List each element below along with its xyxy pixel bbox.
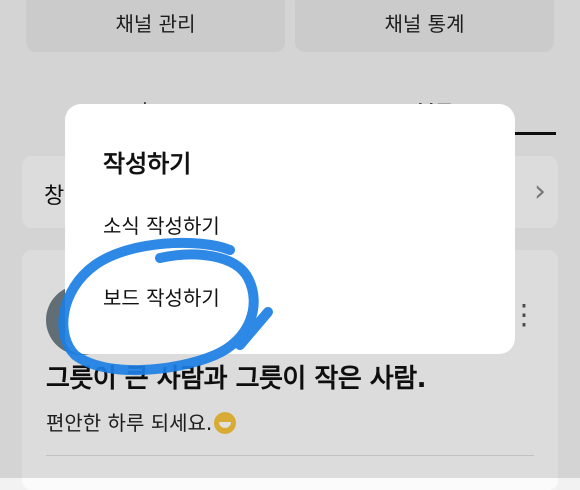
dialog-title: 작성하기 [103,150,192,178]
write-news-option[interactable]: 소식 작성하기 [103,210,220,239]
write-board-option[interactable]: 보드 작성하기 [103,282,220,311]
compose-dialog: 작성하기 소식 작성하기 보드 작성하기 [65,104,515,354]
